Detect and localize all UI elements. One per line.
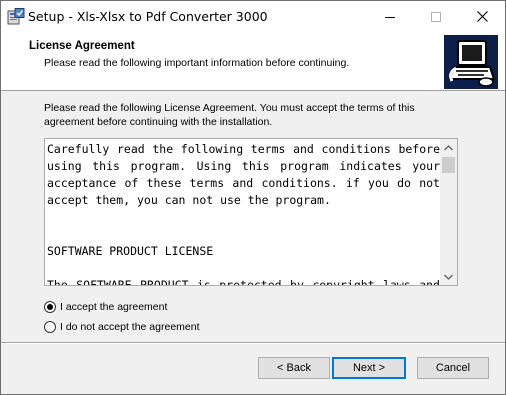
back-button[interactable]: < Back	[258, 357, 330, 379]
license-paragraph: Carefully read the following terms and c…	[47, 142, 440, 207]
chevron-down-icon	[444, 274, 453, 280]
decline-label[interactable]: I do not accept the agreement	[60, 321, 200, 333]
page-title: License Agreement	[29, 40, 135, 52]
minimize-icon	[385, 16, 395, 18]
radio-selected-dot	[47, 304, 53, 310]
license-text: Carefully read the following terms and c…	[47, 141, 440, 286]
setup-installer-icon[interactable]	[7, 8, 25, 25]
close-button[interactable]	[459, 1, 505, 32]
license-heading: SOFTWARE PRODUCT LICENSE	[47, 244, 214, 258]
scroll-up-button[interactable]	[440, 139, 457, 156]
scroll-thumb[interactable]	[442, 157, 455, 173]
license-paragraph: The SOFTWARE PRODUCT is protected by cop…	[47, 278, 440, 286]
window-title: Setup - Xls-Xlsx to Pdf Converter 3000	[28, 9, 268, 24]
maximize-icon	[431, 11, 441, 22]
computer-install-icon	[444, 35, 498, 89]
next-button[interactable]: Next >	[332, 357, 406, 379]
maximize-button[interactable]	[413, 1, 459, 32]
license-textarea[interactable]: Carefully read the following terms and c…	[44, 138, 458, 286]
scroll-down-button[interactable]	[440, 268, 457, 285]
title-bar[interactable]: Setup - Xls-Xlsx to Pdf Converter 3000	[1, 1, 505, 32]
instructions-text: Please read the following License Agreem…	[44, 102, 415, 128]
accept-radio[interactable]	[44, 301, 56, 313]
accept-option[interactable]: I accept the agreement	[44, 299, 167, 315]
chevron-up-icon	[444, 144, 453, 150]
page-subtitle: Please read the following important info…	[44, 57, 350, 69]
minimize-button[interactable]	[367, 1, 413, 32]
close-icon	[476, 11, 488, 22]
vertical-scrollbar[interactable]	[440, 139, 457, 285]
setup-window: Setup - Xls-Xlsx to Pdf Converter 3000 L…	[0, 0, 506, 395]
decline-option[interactable]: I do not accept the agreement	[44, 319, 200, 335]
decline-radio[interactable]	[44, 321, 56, 333]
cancel-button[interactable]: Cancel	[417, 357, 489, 379]
wizard-header: License Agreement Please read the follow…	[1, 32, 505, 91]
footer-divider	[1, 342, 505, 344]
accept-label[interactable]: I accept the agreement	[60, 301, 167, 313]
